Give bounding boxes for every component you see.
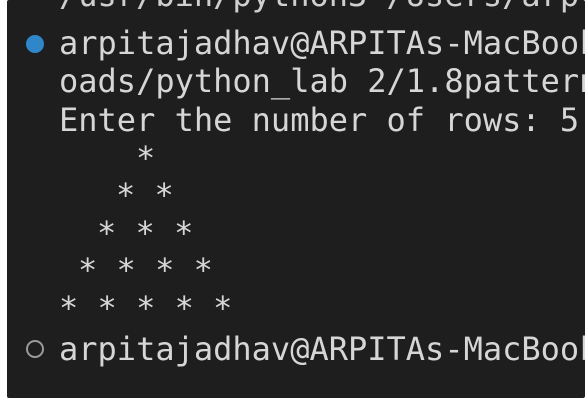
terminal-window[interactable]: /usr/bin/python3 /Users/arp arpitajadhav… — [7, 0, 585, 398]
prompt-line: arpitajadhav@ARPITAs-MacBook — [59, 24, 585, 62]
command-status-dot-icon[interactable] — [26, 35, 44, 53]
previous-command-line: /usr/bin/python3 /Users/arp — [59, 0, 579, 14]
next-prompt-line: arpitajadhav@ARPITAs-MacBook — [59, 330, 585, 368]
pattern-row-1: * — [136, 139, 156, 177]
pattern-row-3: * * * — [97, 214, 194, 252]
pattern-row-5: * * * * * — [59, 289, 233, 327]
command-path-line: oads/python_lab 2/1.8pattern — [59, 62, 585, 100]
input-prompt-line: Enter the number of rows: 5 — [59, 101, 580, 139]
command-status-empty-dot-icon[interactable] — [26, 340, 44, 358]
pattern-row-2: * * — [116, 176, 174, 214]
pattern-row-4: * * * * — [78, 251, 213, 289]
